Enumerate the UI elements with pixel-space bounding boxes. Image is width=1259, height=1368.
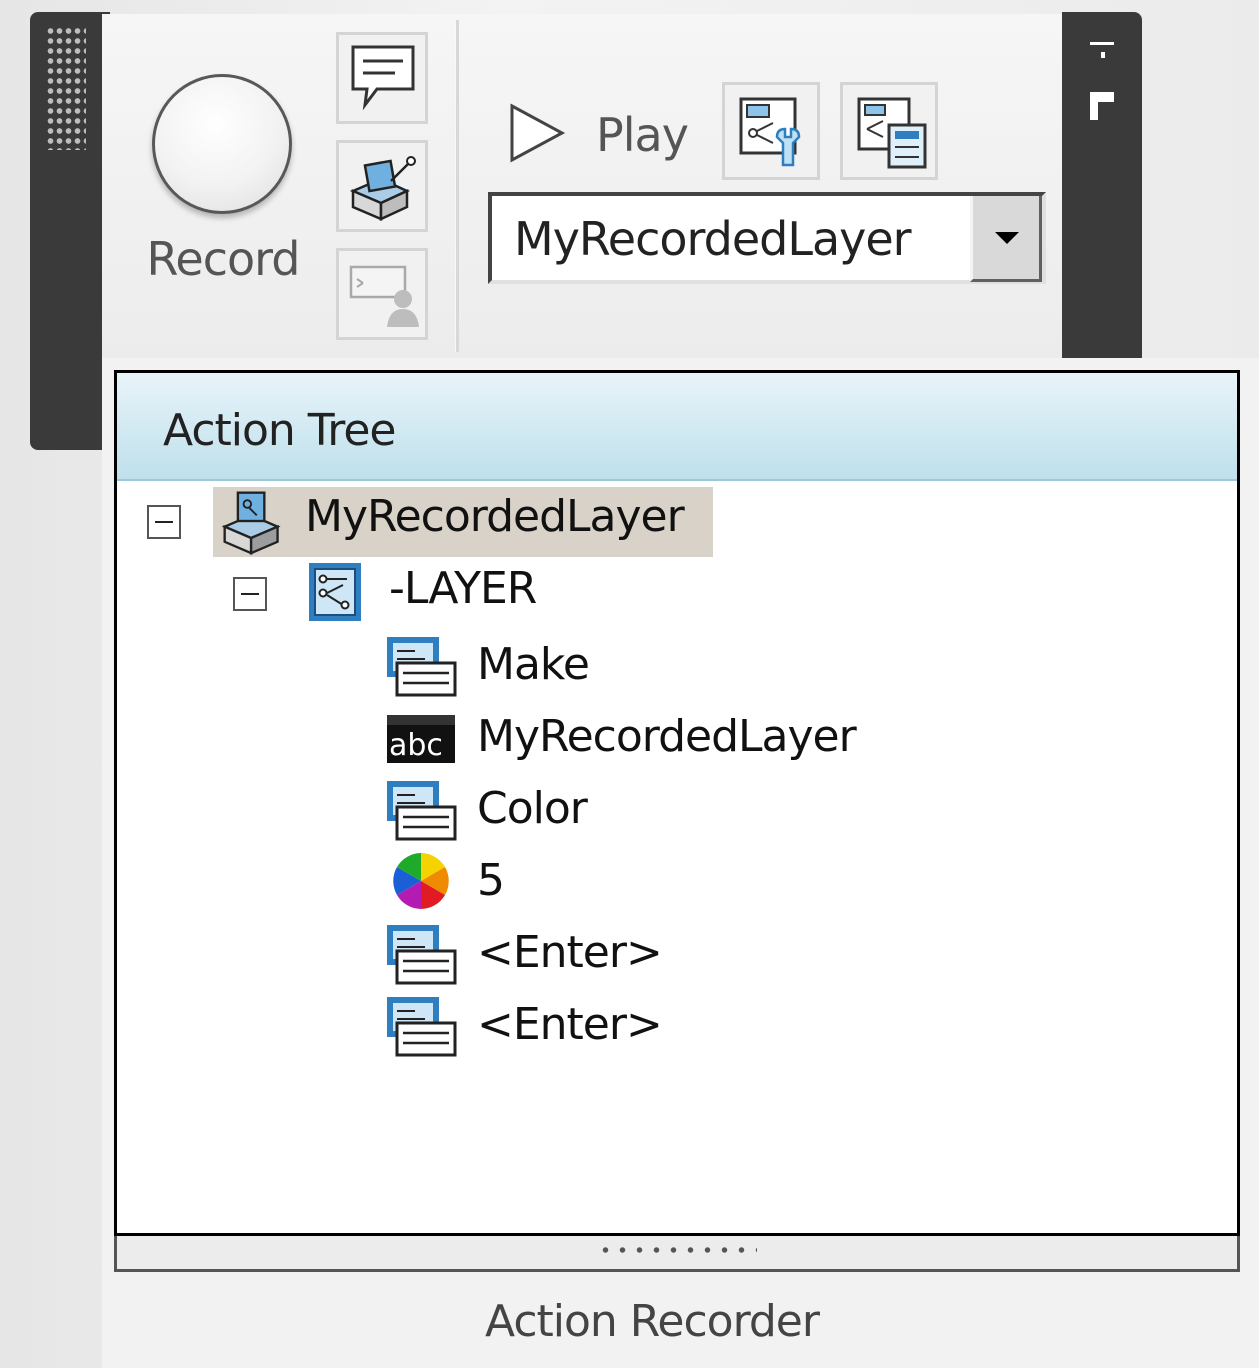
manage-actions-button[interactable] — [840, 82, 938, 180]
tree-item[interactable]: 5 — [385, 847, 945, 917]
user-input-icon — [349, 265, 419, 327]
ribbon-separator — [455, 20, 459, 352]
action-list-icon — [857, 97, 927, 169]
command-icon — [309, 563, 361, 621]
action-modify-button[interactable] — [722, 82, 820, 180]
tree-item-label: <Enter> — [477, 927, 663, 978]
insert-message-button[interactable] — [336, 32, 428, 124]
input-request-icon — [387, 997, 457, 1057]
insert-base-point-button[interactable] — [336, 140, 428, 232]
macro-selector-dropdown[interactable]: MyRecordedLayer — [488, 192, 1046, 284]
tree-item[interactable]: Make — [385, 631, 945, 701]
base-point-icon — [349, 156, 416, 221]
tree-item-label: Make — [477, 639, 590, 690]
action-tree-header: Action Tree — [117, 373, 1237, 481]
tree-item[interactable]: Color — [385, 775, 945, 845]
record-label: Record — [146, 232, 301, 286]
action-tree[interactable]: Action Tree MyRecordedLayer -LAYER Make … — [114, 370, 1240, 1236]
action-tree-title: Action Tree — [163, 405, 396, 456]
tree-item-label: MyRecordedLayer — [477, 711, 857, 762]
tree-item-label: <Enter> — [477, 999, 663, 1050]
text-value-icon: abc — [387, 715, 455, 763]
tree-item[interactable]: abc MyRecordedLayer — [385, 703, 985, 773]
speech-bubble-icon — [351, 45, 415, 111]
panel-title: Action Recorder — [485, 1296, 820, 1347]
collapse-root-icon[interactable] — [147, 505, 181, 539]
play-label: Play — [596, 108, 689, 162]
resize-grip-icon — [597, 1244, 757, 1256]
input-request-icon — [387, 781, 457, 841]
tree-item-label: Color — [477, 783, 588, 834]
tree-resize-handle[interactable] — [114, 1236, 1240, 1272]
pin-icon[interactable] — [1086, 38, 1122, 68]
input-request-icon — [387, 637, 457, 697]
request-user-input-button[interactable] — [336, 248, 428, 340]
input-request-icon — [387, 925, 457, 985]
collapse-command-icon[interactable] — [233, 577, 267, 611]
tree-command-label: -LAYER — [389, 563, 537, 614]
tree-item[interactable]: <Enter> — [385, 919, 945, 989]
tree-root-label: MyRecordedLayer — [305, 491, 685, 542]
macro-icon — [221, 491, 281, 555]
tree-item[interactable]: <Enter> — [385, 991, 945, 1061]
svg-text:abc: abc — [389, 728, 443, 763]
play-button[interactable]: Play — [500, 96, 700, 172]
edit-action-icon — [739, 97, 801, 167]
grip-dots-icon — [46, 26, 86, 150]
play-icon — [510, 103, 566, 163]
record-button[interactable]: Record — [140, 60, 310, 300]
tree-item-label: 5 — [477, 855, 505, 906]
tree-node-command[interactable]: -LAYER — [307, 559, 607, 625]
tree-node-root[interactable]: MyRecordedLayer — [217, 485, 717, 555]
macro-selector-value: MyRecordedLayer — [514, 212, 912, 266]
panel-settings-icon[interactable] — [1086, 90, 1122, 126]
record-circle-icon — [152, 74, 292, 214]
color-wheel-icon — [393, 853, 449, 909]
chevron-down-icon[interactable] — [970, 196, 1042, 282]
